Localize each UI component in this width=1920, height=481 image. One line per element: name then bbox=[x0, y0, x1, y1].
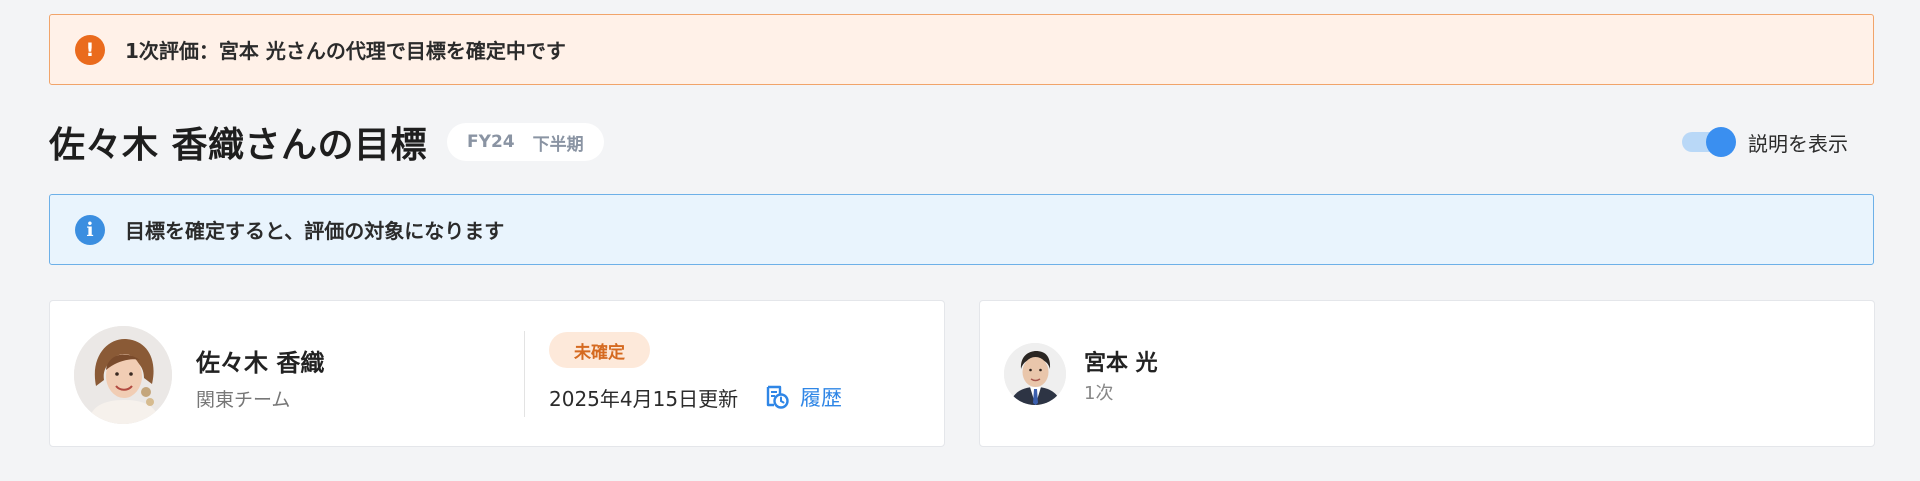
employee-photo bbox=[74, 326, 172, 424]
card-divider bbox=[524, 331, 525, 417]
info-banner: i 目標を確定すると、評価の対象になります bbox=[49, 194, 1874, 265]
proxy-warning-text: 1次評価：宮本 光さんの代理で目標を確定中です bbox=[125, 39, 566, 63]
evaluator-avatar bbox=[1004, 343, 1066, 405]
employee-avatar bbox=[74, 326, 172, 424]
exclamation-icon: ! bbox=[75, 34, 105, 65]
status-badge: 未確定 bbox=[549, 332, 650, 368]
fiscal-year: FY24 bbox=[467, 132, 515, 152]
toggle-knob bbox=[1706, 127, 1736, 157]
show-description-label[interactable]: 説明を表示 bbox=[1748, 128, 1848, 157]
show-description-toggle-group: 説明を表示 bbox=[1680, 127, 1848, 157]
info-banner-text: 目標を確定すると、評価の対象になります bbox=[125, 219, 505, 243]
history-label[interactable]: 履歴 bbox=[800, 382, 842, 412]
title-row: 佐々木 香織さんの目標 FY24 下半期 説明を表示 bbox=[49, 116, 1874, 168]
employee-team: 関東チーム bbox=[196, 389, 291, 411]
employee-name: 佐々木 香織 bbox=[196, 349, 325, 377]
evaluator-name: 宮本 光 bbox=[1084, 351, 1158, 376]
evaluator-role: 1次 bbox=[1084, 383, 1114, 404]
history-icon bbox=[766, 385, 789, 409]
history-link[interactable]: 履歴 bbox=[764, 382, 842, 412]
page-title: 佐々木 香織さんの目標 bbox=[49, 125, 428, 166]
evaluator-photo bbox=[1004, 343, 1066, 405]
show-description-toggle[interactable] bbox=[1680, 127, 1736, 157]
updated-date: 2025年4月15日更新 bbox=[549, 387, 739, 411]
info-icon: i bbox=[75, 214, 105, 245]
employee-card: 佐々木 香織 関東チーム 未確定 2025年4月15日更新 履歴 bbox=[49, 300, 945, 447]
half-period: 下半期 bbox=[532, 134, 584, 155]
proxy-warning-banner: ! 1次評価：宮本 光さんの代理で目標を確定中です bbox=[49, 14, 1874, 85]
period-badge: FY24 下半期 bbox=[447, 123, 604, 161]
evaluator-card: 宮本 光 1次 bbox=[979, 300, 1875, 447]
